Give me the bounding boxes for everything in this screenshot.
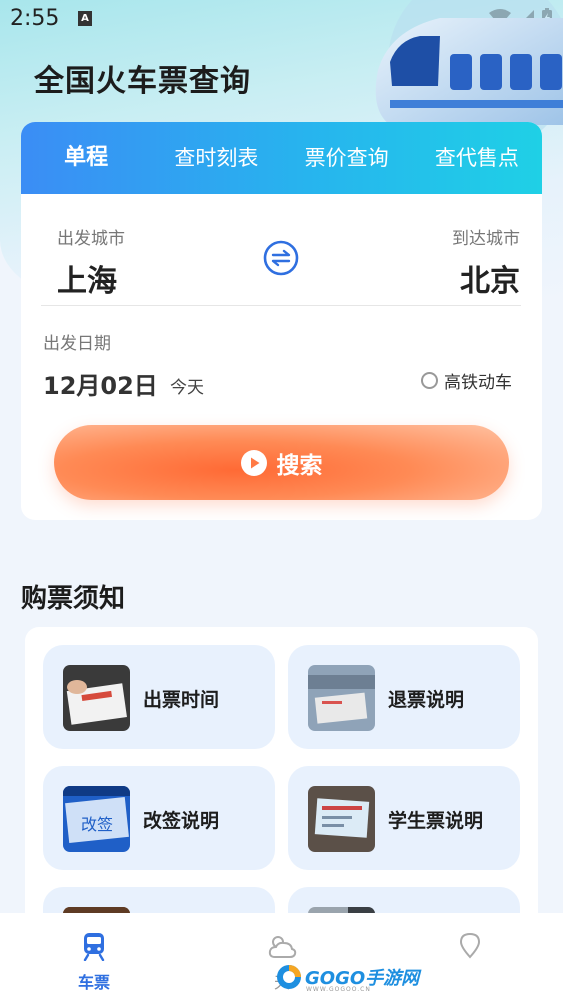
notice-item-refund[interactable]: 退票说明 (288, 645, 520, 749)
nav-label-tickets: 车票 (77, 973, 110, 992)
notification-badge-icon: A (78, 11, 92, 26)
ticket-photo-icon (63, 665, 130, 731)
nav-item-tickets[interactable]: 车票 (0, 913, 188, 1002)
tab-timetable[interactable]: 查时刻表 (151, 122, 281, 194)
notice-panel: 出票时间 退票说明 改签 改签说明 学生票说明 (25, 627, 538, 927)
svg-text:改签: 改签 (81, 815, 113, 834)
tab-fare[interactable]: 票价查询 (282, 122, 412, 194)
notice-section-title: 购票须知 (21, 584, 126, 614)
date-relative: 今天 (170, 378, 204, 398)
tab-bar: 单程 查时刻表 票价查询 查代售点 (21, 122, 542, 194)
search-button-label: 搜索 (276, 452, 323, 479)
departure-city[interactable]: 上海 (57, 256, 117, 300)
swap-cities-icon[interactable] (263, 240, 299, 276)
arrival-city[interactable]: 北京 (460, 256, 520, 300)
ticket-photo-icon (308, 786, 375, 852)
status-time: 2:55 (10, 6, 60, 31)
tab-one-way[interactable]: 单程 (21, 122, 151, 194)
high-speed-radio[interactable] (421, 372, 438, 389)
arrival-label: 到达城市 (452, 229, 520, 249)
notice-item-student[interactable]: 学生票说明 (288, 766, 520, 870)
notice-item-change[interactable]: 改签 改签说明 (43, 766, 275, 870)
location-icon (459, 932, 481, 959)
date-label: 出发日期 (43, 334, 111, 354)
page-title: 全国火车票查询 (34, 64, 251, 99)
departure-label: 出发城市 (57, 229, 125, 249)
date-value[interactable]: 12月02日 (43, 366, 158, 401)
search-card: 单程 查时刻表 票价查询 查代售点 出发城市 上海 到达城市 北京 出发日期 1… (21, 122, 542, 520)
watermark-logo: GOGO手游网 WWW.GOGOO.CN (276, 964, 419, 993)
divider (41, 305, 521, 306)
high-speed-option[interactable]: 高铁动车 (421, 368, 512, 393)
notice-item-ticket-time[interactable]: 出票时间 (43, 645, 275, 749)
notice-item-label: 出票时间 (143, 689, 220, 711)
sign-photo-icon: 改签 (63, 786, 130, 852)
search-button[interactable]: 搜索 (54, 425, 509, 500)
ticket-photo-icon (308, 665, 375, 731)
high-speed-label: 高铁动车 (444, 373, 512, 393)
train-icon (83, 933, 105, 961)
notice-item-label: 改签说明 (143, 810, 220, 832)
watermark-subtext: WWW.GOGOO.CN (306, 986, 371, 993)
tab-agency[interactable]: 查代售点 (412, 122, 542, 194)
play-icon (240, 449, 267, 476)
weather-icon (268, 936, 297, 958)
notice-item-label: 学生票说明 (388, 810, 484, 832)
notice-item-label: 退票说明 (388, 689, 465, 711)
gogo-logo-icon (277, 965, 301, 989)
